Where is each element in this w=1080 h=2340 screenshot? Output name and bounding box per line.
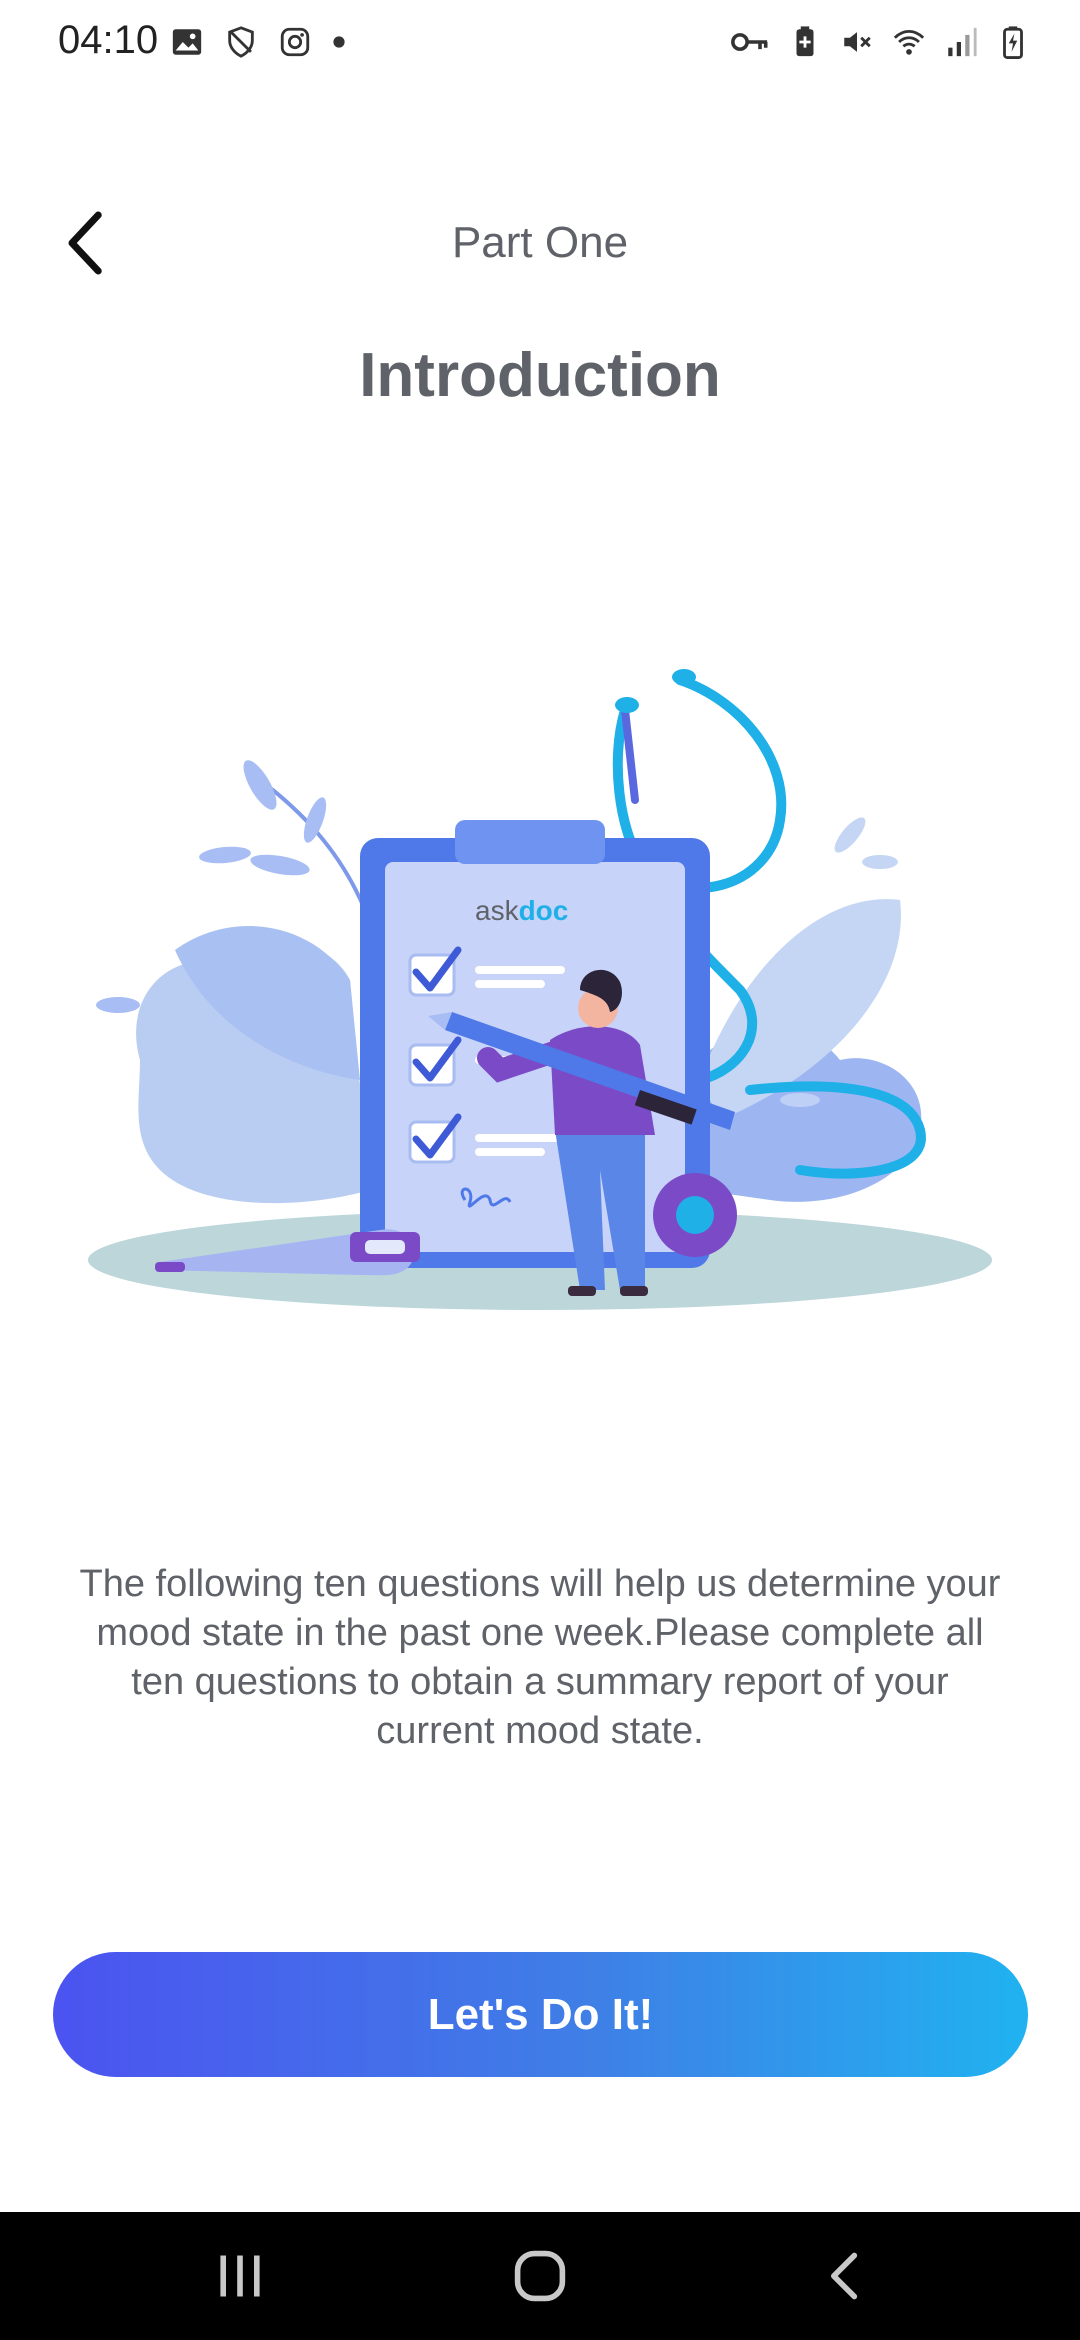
image-icon: [170, 25, 204, 59]
brand-logo: askdoc: [475, 895, 568, 926]
key-icon: [730, 25, 770, 59]
status-time: 04:10: [58, 18, 159, 62]
system-nav-bar: [0, 2212, 1080, 2340]
battery-saver-icon: [788, 25, 822, 59]
signal-icon: [944, 25, 978, 59]
lets-do-it-button[interactable]: Let's Do It!: [53, 1952, 1028, 2077]
shield-icon: [224, 25, 258, 59]
home-icon[interactable]: [510, 2248, 570, 2304]
status-right-icons: [730, 22, 1030, 62]
header-title: Part One: [451, 218, 629, 267]
intro-screen: 04:10 Part One Introduction askdoc The f…: [0, 0, 1080, 2340]
back-icon[interactable]: [815, 2248, 875, 2304]
cta-label: Let's Do It!: [427, 1989, 654, 2039]
status-bar: 04:10: [0, 0, 1080, 90]
battery-charging-icon: [996, 25, 1030, 59]
page-title: Introduction: [359, 341, 721, 410]
mute-icon: [840, 25, 874, 59]
status-left-icons: [170, 22, 346, 62]
recent-apps-icon[interactable]: [210, 2248, 270, 2304]
checklist-illustration: askdoc: [80, 650, 1000, 1330]
dot-icon: [332, 35, 346, 49]
wifi-icon: [892, 25, 926, 59]
instagram-icon: [278, 25, 312, 59]
intro-description: The following ten questions will help us…: [79, 1563, 1001, 1752]
clipboard-clip: [455, 820, 605, 864]
